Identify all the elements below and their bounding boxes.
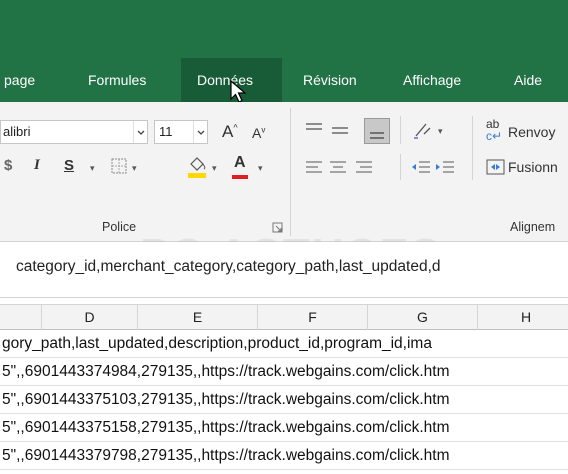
underline-caret-icon[interactable]: ▾ — [90, 163, 95, 174]
grow-font-letter: A — [222, 122, 234, 141]
increase-indent-icon[interactable] — [434, 158, 456, 176]
align-middle-icon[interactable] — [330, 122, 350, 140]
decrease-indent-icon[interactable] — [410, 158, 432, 176]
column-header-f[interactable]: F — [258, 305, 368, 330]
font-name-value: alibri — [3, 124, 31, 139]
ribbon-home: alibri 11 A^ Av $ I S ▾ ▾ ▾ A ▾ Police ▾… — [0, 102, 568, 242]
wrap-text-button[interactable]: Renvoy — [508, 124, 555, 140]
column-header-g[interactable]: G — [368, 305, 478, 330]
underline-button[interactable]: S — [64, 157, 74, 174]
chevron-down-icon — [137, 130, 145, 135]
table-row[interactable]: 5",,6901443375158,279135,,https://track.… — [0, 414, 568, 442]
tab-help[interactable]: Aide — [514, 58, 564, 102]
group-label-alignment: Alignem — [510, 220, 556, 234]
inner-separator — [400, 154, 401, 180]
chevron-down-icon — [197, 130, 205, 135]
borders-icon[interactable] — [110, 157, 128, 175]
table-row[interactable]: 5",,6901443379798,279135,,https://track.… — [0, 442, 568, 470]
group-separator — [290, 108, 291, 236]
column-header-h[interactable]: H — [478, 305, 568, 330]
formula-bar[interactable]: category_id,merchant_category,category_p… — [0, 242, 568, 298]
italic-button[interactable]: I — [34, 157, 40, 174]
font-size-caret — [193, 121, 207, 143]
fill-color-caret-icon[interactable]: ▾ — [212, 163, 217, 174]
font-color-button[interactable]: A — [234, 154, 246, 172]
borders-caret-icon[interactable]: ▾ — [132, 163, 137, 174]
font-name-caret — [133, 121, 147, 143]
column-header-row: D E F G H — [0, 304, 568, 330]
font-size-value: 11 — [159, 124, 173, 139]
font-color-bar — [232, 175, 248, 179]
grow-font-button[interactable]: A^ — [222, 122, 238, 142]
table-row[interactable]: 5",,6901443375103,279135,,https://track.… — [0, 386, 568, 414]
align-bottom-button[interactable] — [364, 118, 390, 144]
fill-color-icon[interactable] — [186, 154, 208, 180]
tab-review[interactable]: Révision — [303, 58, 373, 102]
title-bar — [0, 0, 568, 58]
column-header-d[interactable]: D — [42, 305, 138, 330]
merge-center-icon[interactable] — [486, 158, 506, 176]
table-row[interactable]: 5",,6901443374984,279135,,https://track.… — [0, 358, 568, 386]
bold-button-partial[interactable]: $ — [4, 157, 12, 174]
formula-bar-content: category_id,merchant_category,category_p… — [16, 258, 441, 275]
align-top-icon[interactable] — [304, 120, 324, 138]
ribbon-tabs: page Formules Données Révision Affichage… — [0, 58, 568, 102]
tab-page-layout[interactable]: page — [4, 58, 54, 102]
merge-center-button[interactable]: Fusionn — [508, 159, 558, 175]
align-bottom-icon — [370, 132, 384, 139]
align-right-icon[interactable] — [354, 158, 374, 176]
font-color-letter: A — [234, 154, 246, 171]
tab-view[interactable]: Affichage — [403, 58, 483, 102]
shrink-font-button[interactable]: Av — [252, 125, 265, 141]
table-row[interactable]: gory_path,last_updated,description,produ… — [0, 330, 568, 358]
font-name-dropdown[interactable]: alibri — [0, 120, 148, 144]
inner-separator — [472, 116, 473, 180]
align-center-icon[interactable] — [328, 158, 348, 176]
mouse-pointer-icon — [230, 80, 247, 103]
column-header-e[interactable]: E — [138, 305, 258, 330]
font-size-dropdown[interactable]: 11 — [154, 120, 208, 144]
align-left-icon[interactable] — [304, 158, 324, 176]
font-color-caret-icon[interactable]: ▾ — [258, 163, 263, 174]
group-label-police: Police — [102, 220, 137, 234]
wrap-text-icon[interactable]: ab c↵ — [486, 118, 502, 142]
tab-formulas[interactable]: Formules — [88, 58, 160, 102]
orientation-icon[interactable] — [412, 118, 434, 140]
inner-separator — [400, 116, 401, 144]
column-header-partial[interactable] — [0, 305, 42, 330]
orientation-caret-icon[interactable]: ▾ — [438, 126, 443, 137]
shrink-font-letter: A — [252, 125, 262, 141]
